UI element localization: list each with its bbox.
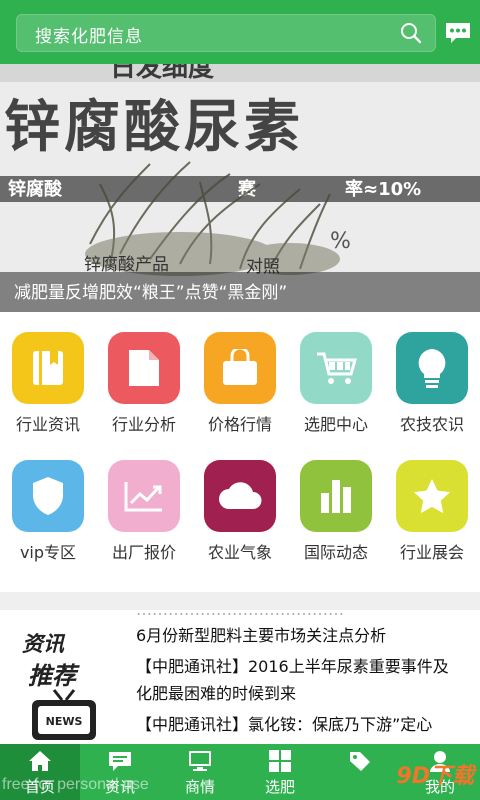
tv-label: NEWS: [46, 715, 83, 728]
news-item[interactable]: 6月份新型肥料主要市场关注点分析: [136, 622, 476, 649]
tab-select-fertilizer[interactable]: 选肥: [240, 744, 320, 800]
news-item-partial: …………………………………: [136, 610, 476, 622]
news-recommend-section: 资讯 推荐 NEWS ………………………………… 6月份新型肥料主要市场关注点分…: [0, 610, 480, 746]
category-label: 行业展会: [399, 543, 464, 562]
category-factory-quote[interactable]: 出厂报价: [96, 448, 192, 568]
category-label: vip专区: [19, 543, 77, 562]
category-label: 选肥中心: [303, 415, 368, 434]
banner-carousel[interactable]: 日发细度 锌腐酸尿素 锌腐酸 赛 率≈10% 锌腐酸产品 对照 % 减肥量反增肥…: [0, 64, 480, 312]
cloud-icon: [204, 460, 276, 532]
category-international[interactable]: 国际动态: [288, 448, 384, 568]
banner-text-main: 锌腐酸尿素: [4, 95, 304, 160]
news-list: ………………………………… 6月份新型肥料主要市场关注点分析 【中肥通讯社】20…: [136, 610, 476, 738]
banner-caption: 减肥量反增肥效“粮王”点赞“黑金刚”: [14, 283, 288, 303]
badge-title-line2: 推荐: [28, 662, 76, 690]
watermark-left: free for personal use: [2, 776, 149, 793]
svg-text:%: %: [330, 229, 351, 254]
section-divider: [0, 592, 480, 610]
search-icon[interactable]: [399, 21, 423, 45]
monitor-icon: [189, 751, 211, 771]
badge-title-line1: 资讯: [22, 632, 64, 656]
chat-icon[interactable]: [444, 20, 472, 46]
category-exhibition[interactable]: 行业展会: [384, 448, 480, 568]
document-icon: [108, 332, 180, 404]
tag-icon: [350, 752, 370, 771]
category-grid: 行业资讯 行业分析 价格行情 选肥中心 农技农识 vip专区 出厂报价 农业气象…: [0, 320, 480, 590]
tab-label: 选肥: [264, 778, 295, 796]
grid-icon: [269, 750, 291, 772]
cart-icon: [300, 332, 372, 404]
banner-caption-bar: 减肥量反增肥效“粮王”点赞“黑金刚”: [0, 272, 480, 312]
news-item[interactable]: 【中肥通讯社】氯化铵：保底乃下游”定心: [136, 711, 476, 738]
star-icon: [396, 460, 468, 532]
category-price-market[interactable]: 价格行情: [192, 320, 288, 440]
shield-icon: [12, 460, 84, 532]
app-screen: 搜索化肥信息 日发细度 锌腐酸尿素 锌腐酸 赛 率≈10% 锌腐酸产品 对照 %…: [0, 0, 480, 800]
category-label: 出厂报价: [111, 543, 176, 562]
tab-label: 商情: [184, 778, 215, 796]
category-industry-news[interactable]: 行业资讯: [0, 320, 96, 440]
category-fertilizer-center[interactable]: 选肥中心: [288, 320, 384, 440]
banner-text-product: 锌腐酸: [8, 178, 63, 200]
bag-icon: [204, 332, 276, 404]
category-label: 国际动态: [303, 543, 368, 562]
trend-icon: [108, 460, 180, 532]
tv-news-icon: NEWS: [32, 689, 96, 740]
category-label: 农技农识: [399, 415, 464, 434]
category-weather[interactable]: 农业气象: [192, 448, 288, 568]
home-icon: [29, 751, 51, 771]
news-item-continued[interactable]: 化肥最困难的时候到来: [136, 680, 476, 707]
book-icon: [12, 332, 84, 404]
bar-chart-icon: [300, 460, 372, 532]
category-label: 农业气象: [207, 543, 272, 562]
category-label: 价格行情: [207, 415, 272, 434]
top-bar: 搜索化肥信息: [0, 0, 480, 64]
category-vip[interactable]: vip专区: [0, 448, 96, 568]
tab-market[interactable]: 商情: [160, 744, 240, 800]
search-input[interactable]: 搜索化肥信息: [16, 14, 436, 52]
news-badge: 资讯 推荐 NEWS: [10, 628, 120, 740]
tab-tags[interactable]: [320, 744, 400, 800]
news-item[interactable]: 【中肥通讯社】2016上半年尿素重要事件及: [136, 653, 476, 680]
banner-text-rate: 率≈10%: [345, 178, 421, 200]
category-industry-analysis[interactable]: 行业分析: [96, 320, 192, 440]
watermark-right: 9D下载: [396, 764, 474, 789]
bulb-icon: [396, 332, 468, 404]
category-label: 行业分析: [111, 415, 176, 434]
category-label: 行业资讯: [15, 415, 80, 434]
category-agri-tech[interactable]: 农技农识: [384, 320, 480, 440]
message-icon: [109, 752, 131, 771]
banner-text-top: 日发细度: [110, 64, 214, 83]
search-placeholder: 搜索化肥信息: [35, 27, 143, 47]
